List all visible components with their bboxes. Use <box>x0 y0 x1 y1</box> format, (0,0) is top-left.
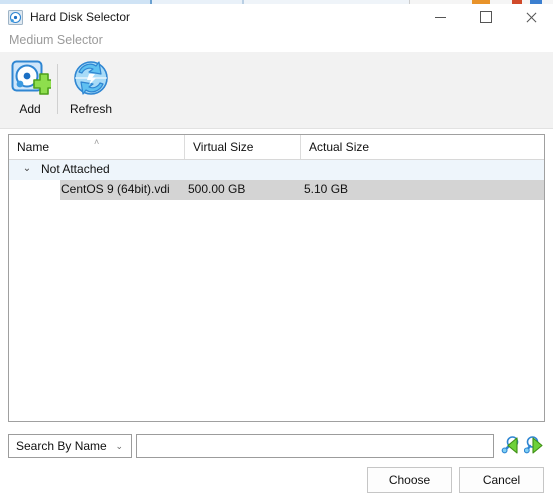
search-previous-icon <box>501 435 521 458</box>
search-mode-label: Search By Name <box>16 439 107 453</box>
window-title: Hard Disk Selector <box>30 10 131 24</box>
close-button[interactable] <box>508 4 553 30</box>
page-title: Medium Selector <box>9 33 103 47</box>
chevron-down-icon: ⌄ <box>115 441 123 451</box>
add-button[interactable]: Add <box>6 56 55 122</box>
refresh-button-label: Refresh <box>69 102 113 116</box>
hard-disk-icon <box>8 10 23 25</box>
refresh-button[interactable]: Refresh <box>62 56 120 122</box>
search-mode-dropdown[interactable]: Search By Name ⌄ <box>8 434 132 458</box>
column-header-actual-size-label: Actual Size <box>309 140 370 154</box>
maximize-icon <box>479 11 492 23</box>
column-header-actual-size[interactable]: Actual Size <box>301 135 544 159</box>
choose-button-label: Choose <box>388 473 431 487</box>
table-row[interactable]: CentOS 9 (64bit).vdi 500.00 GB 5.10 GB <box>9 180 544 200</box>
close-icon <box>525 11 537 23</box>
add-button-label: Add <box>19 102 41 116</box>
search-next-icon <box>523 435 544 458</box>
subtitle-bar: Medium Selector <box>0 30 553 52</box>
cell-actual-size: 5.10 GB <box>304 182 349 196</box>
column-header-virtual-size-label: Virtual Size <box>193 140 254 154</box>
column-header-virtual-size[interactable]: Virtual Size <box>185 135 301 159</box>
title-bar[interactable]: Hard Disk Selector <box>0 4 553 31</box>
cancel-button[interactable]: Cancel <box>459 467 544 493</box>
toolbar: Add Refresh <box>0 52 553 129</box>
search-previous-button[interactable] <box>500 434 522 458</box>
maximize-button[interactable] <box>463 4 508 30</box>
choose-button[interactable]: Choose <box>367 467 452 493</box>
search-bar: Search By Name ⌄ <box>8 434 545 458</box>
search-next-button[interactable] <box>523 434 545 458</box>
minimize-icon <box>435 16 446 18</box>
column-header-name-label: Name <box>17 140 50 154</box>
cell-name: CentOS 9 (64bit).vdi <box>61 182 170 196</box>
toolbar-separator <box>57 64 58 114</box>
list-header: Name ˄ Virtual Size Actual Size <box>9 135 544 160</box>
add-hard-disk-icon <box>9 58 55 100</box>
list-group-label: Not Attached <box>41 162 110 176</box>
minimize-button[interactable] <box>418 4 463 30</box>
medium-list: Name ˄ Virtual Size Actual Size ⌄ Not At… <box>8 134 545 422</box>
sort-ascending-icon: ˄ <box>94 137 100 147</box>
cancel-button-label: Cancel <box>482 473 521 487</box>
search-input[interactable] <box>136 434 494 458</box>
chevron-down-icon[interactable]: ⌄ <box>21 163 33 175</box>
cell-virtual-size: 500.00 GB <box>188 182 246 196</box>
refresh-icon <box>70 58 112 100</box>
column-header-name[interactable]: Name ˄ <box>9 135 185 159</box>
list-group-row[interactable]: ⌄ Not Attached <box>9 160 544 180</box>
